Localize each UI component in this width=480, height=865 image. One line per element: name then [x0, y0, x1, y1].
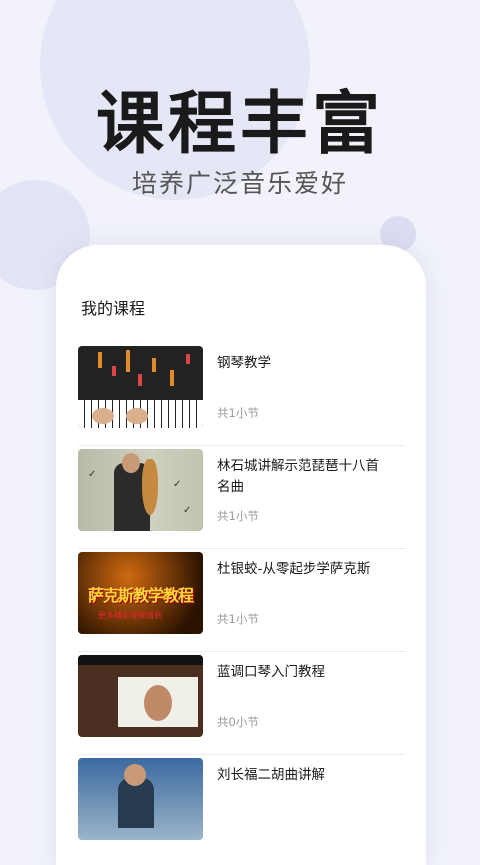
thumbnail-caption: 萨克斯教学教程 [87, 586, 194, 605]
course-item-saxophone[interactable]: 萨克斯教学教程 更多精彩视频请到 杜银蛟-从零起步学萨克斯 共1小节 [78, 551, 405, 652]
erhu-lesson-thumbnail [78, 758, 203, 840]
course-item-harmonica[interactable]: 蓝调口琴入门教程 共0小节 [78, 654, 405, 755]
course-title: 林石城讲解示范琵琶十八首名曲 [217, 458, 379, 495]
course-item-pipa[interactable]: ✓ ✓ ✓ 林石城讲解示范琵琶十八首名曲 共1小节 [78, 448, 405, 549]
pipa-lesson-thumbnail: ✓ ✓ ✓ [78, 449, 203, 531]
piano-lesson-thumbnail [78, 346, 203, 428]
course-item-piano[interactable]: 钢琴教学 共1小节 [78, 345, 405, 446]
promo-headline: 课程丰富 [95, 85, 384, 164]
course-section-count: 共1小节 [217, 612, 259, 626]
course-title: 刘长福二胡曲讲解 [217, 767, 325, 783]
promo-subheadline: 培养广泛音乐爱好 [131, 169, 348, 198]
phone-mockup: 我的课程 钢琴教学 共1小节 ✓ ✓ ✓ 林石城讲解示范琵琶十八首名曲 共1小节… [56, 245, 426, 865]
course-item-erhu[interactable]: 刘长福二胡曲讲解 [78, 757, 405, 857]
course-section-count: 共1小节 [217, 406, 259, 420]
saxophone-lesson-thumbnail: 萨克斯教学教程 更多精彩视频请到 [78, 552, 203, 634]
section-title-my-courses: 我的课程 [81, 299, 146, 318]
course-title: 杜银蛟-从零起步学萨克斯 [217, 561, 371, 577]
course-list: 钢琴教学 共1小节 ✓ ✓ ✓ 林石城讲解示范琵琶十八首名曲 共1小节 萨克斯教… [78, 345, 405, 859]
thumbnail-subcaption: 更多精彩视频请到 [98, 611, 162, 620]
course-title: 蓝调口琴入门教程 [217, 664, 325, 680]
harmonica-lesson-thumbnail [78, 655, 203, 737]
course-section-count: 共1小节 [217, 509, 259, 523]
course-title: 钢琴教学 [217, 355, 271, 371]
course-section-count: 共0小节 [217, 715, 259, 729]
